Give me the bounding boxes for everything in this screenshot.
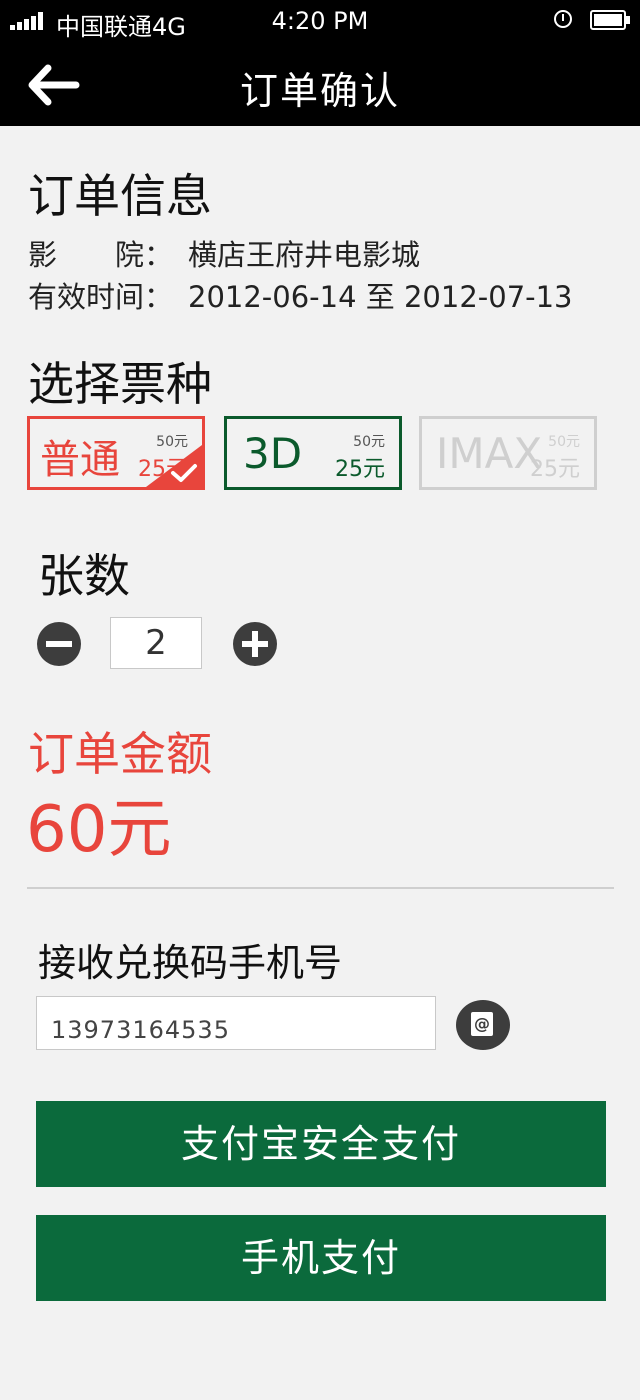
valid-time-row: 有效时间： 2012-06-14 至 2012-07-13 — [28, 274, 573, 316]
contact-book-icon: @ — [471, 1012, 493, 1036]
phone-input[interactable]: 13973164535 — [36, 996, 436, 1050]
cinema-value: 横店王府井电影城 — [188, 238, 421, 272]
increment-button[interactable] — [233, 622, 277, 666]
status-time: 4:20 PM — [271, 7, 369, 35]
divider — [27, 887, 614, 889]
alipay-button[interactable]: 支付宝安全支付 — [36, 1101, 606, 1187]
ticket-type-name: IMAX — [436, 429, 543, 478]
phone-label: 接收兑换码手机号 — [38, 941, 343, 985]
cinema-row: 影 院： 横店王府井电影城 — [28, 232, 420, 274]
order-amount-label: 订单金额 — [28, 727, 212, 781]
order-amount-value: 60元 — [26, 793, 172, 867]
ticket-price: 25元 — [530, 457, 580, 482]
check-icon — [171, 464, 197, 482]
nav-bar: 订单确认 — [0, 44, 640, 126]
ticket-original-price: 50元 — [548, 434, 580, 450]
ticket-original-price: 50元 — [353, 434, 385, 450]
ticket-type-regular[interactable]: 普通 50元 25元 — [27, 416, 205, 490]
decrement-button[interactable] — [37, 622, 81, 666]
status-bar: 中国联通4G 4:20 PM — [0, 0, 640, 44]
valid-time-label: 有效时间： — [28, 280, 174, 314]
mobile-pay-button[interactable]: 手机支付 — [36, 1215, 606, 1301]
ticket-type-3d[interactable]: 3D 50元 25元 — [224, 416, 402, 490]
battery-icon — [590, 10, 630, 30]
ticket-price: 25元 — [335, 457, 385, 482]
order-info-heading: 订单信息 — [28, 169, 212, 223]
ticket-type-name: 普通 — [40, 437, 120, 483]
ticket-type-imax[interactable]: IMAX 50元 25元 — [419, 416, 597, 490]
minus-icon — [46, 641, 72, 647]
quantity-heading: 张数 — [38, 549, 130, 603]
plus-icon-vertical — [252, 631, 258, 657]
cinema-label: 影 院： — [28, 238, 174, 272]
page-title: 订单确认 — [239, 69, 400, 113]
ticket-type-name: 3D — [243, 429, 303, 478]
contact-book-button[interactable]: @ — [456, 1000, 510, 1050]
alarm-icon — [554, 10, 572, 28]
valid-time-value: 2012-06-14 至 2012-07-13 — [188, 280, 573, 314]
ticket-type-heading: 选择票种 — [28, 357, 212, 411]
quantity-value[interactable]: 2 — [110, 617, 202, 669]
